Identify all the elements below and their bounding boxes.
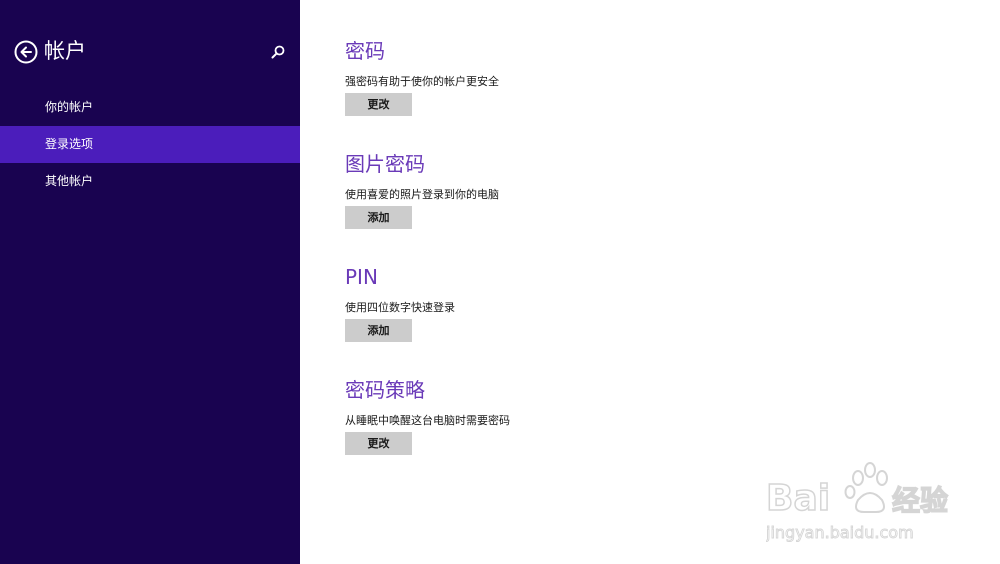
sidebar-item-label: 登录选项 xyxy=(45,137,94,151)
password-policy-section: 密码策略 从睡眠中唤醒这台电脑时需要密码 更改 xyxy=(345,377,745,455)
svg-text:经验: 经验 xyxy=(892,484,948,517)
sidebar-title: 帐户 xyxy=(44,39,86,63)
add-picture-password-button[interactable]: 添加 xyxy=(345,206,412,229)
section-description: 使用四位数字快速登录 xyxy=(345,301,455,314)
search-button[interactable] xyxy=(270,44,286,60)
section-description: 强密码有助于使你的帐户更安全 xyxy=(345,75,499,88)
picture-password-section: 图片密码 使用喜爱的照片登录到你的电脑 添加 xyxy=(345,151,745,229)
sidebar-item-label: 你的帐户 xyxy=(45,100,94,114)
sidebar-nav: 你的帐户 登录选项 其他帐户 xyxy=(0,89,300,200)
baidu-watermark: Bai 经验 jingyan.baidu.com xyxy=(766,456,966,546)
section-title: PIN xyxy=(345,265,378,289)
sidebar-item-label: 其他帐户 xyxy=(45,174,94,188)
sidebar-item-your-account[interactable]: 你的帐户 xyxy=(0,89,300,126)
section-description: 使用喜爱的照片登录到你的电脑 xyxy=(345,188,499,201)
sidebar-item-sign-in-options[interactable]: 登录选项 xyxy=(0,126,300,163)
sidebar-item-other-accounts[interactable]: 其他帐户 xyxy=(0,163,300,200)
section-title: 密码策略 xyxy=(345,378,425,402)
change-password-policy-button[interactable]: 更改 xyxy=(345,432,412,455)
change-password-button[interactable]: 更改 xyxy=(345,93,412,116)
back-button[interactable] xyxy=(14,40,38,64)
settings-window: 帐户 你的帐户 登录选项 其他帐户 密码 强密码有助于使你的帐户更安全 更改 图… xyxy=(0,0,1000,564)
svg-text:jingyan.baidu.com: jingyan.baidu.com xyxy=(766,523,914,542)
section-description: 从睡眠中唤醒这台电脑时需要密码 xyxy=(345,414,510,427)
sidebar: 帐户 你的帐户 登录选项 其他帐户 xyxy=(0,0,300,564)
section-title: 密码 xyxy=(345,39,385,63)
section-title: 图片密码 xyxy=(345,152,425,176)
search-icon xyxy=(270,44,286,60)
svg-text:Bai: Bai xyxy=(766,478,830,519)
pin-section: PIN 使用四位数字快速登录 添加 xyxy=(345,264,745,342)
back-arrow-circle-icon xyxy=(14,40,38,64)
password-section: 密码 强密码有助于使你的帐户更安全 更改 xyxy=(345,38,745,116)
add-pin-button[interactable]: 添加 xyxy=(345,319,412,342)
